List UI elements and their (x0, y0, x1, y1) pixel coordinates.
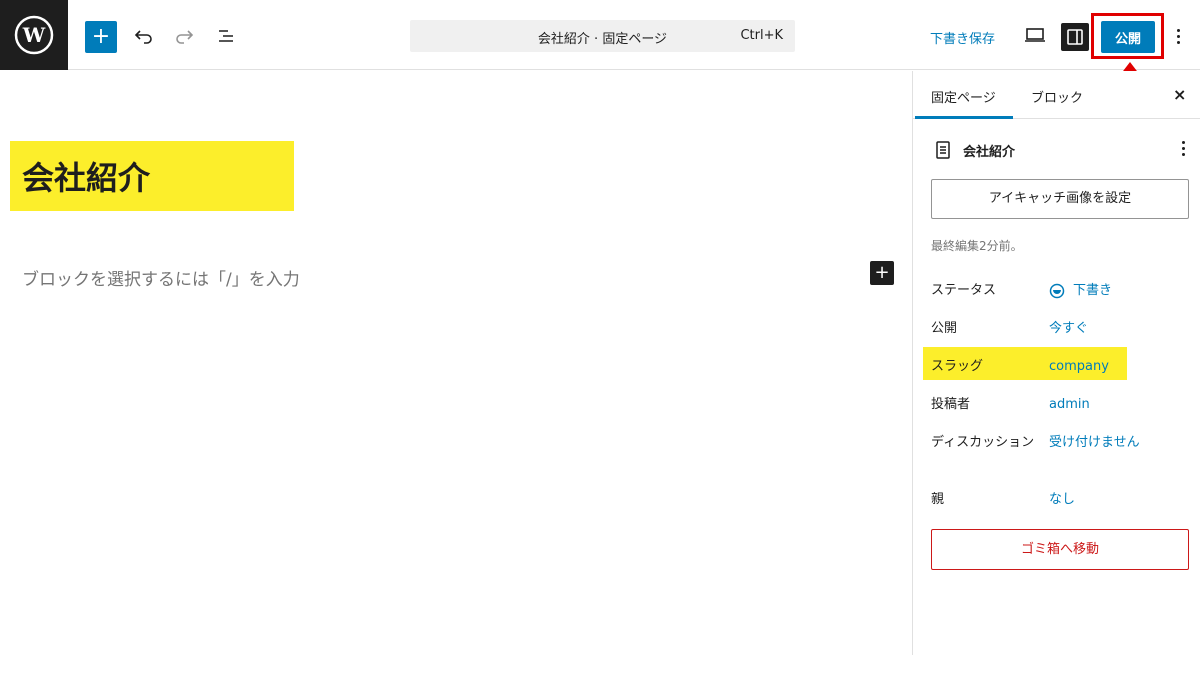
add-block-button[interactable]: + (85, 21, 117, 53)
tab-page[interactable]: 固定ページ (931, 87, 996, 106)
active-tab-indicator (915, 116, 1013, 119)
document-actions-icon[interactable] (1179, 141, 1187, 156)
last-edited-text: 最終編集2分前。 (931, 239, 1023, 253)
undo-icon[interactable] (132, 24, 156, 48)
publish-date-row: 公開 今すぐ (913, 313, 1200, 345)
publish-date-label: 公開 (931, 321, 958, 336)
tab-block[interactable]: ブロック (1031, 87, 1083, 106)
sidebar-icon (1067, 29, 1083, 45)
more-vertical-icon[interactable] (1172, 23, 1184, 49)
page-title-block[interactable]: 会社紹介 (10, 141, 294, 211)
inline-add-block-button[interactable]: + (870, 261, 894, 285)
slug-row: スラッグ company (913, 351, 1200, 383)
status-value: 下書き (1073, 283, 1113, 298)
draft-status-icon (1049, 283, 1065, 298)
discussion-value[interactable]: 受け付けません (1049, 433, 1140, 453)
close-icon[interactable]: × (1173, 85, 1186, 104)
desktop-icon[interactable] (1024, 26, 1046, 48)
discussion-row: ディスカッション 受け付けません (913, 427, 1200, 475)
wordpress-logo-button[interactable]: W (0, 0, 68, 70)
list-view-icon[interactable] (214, 24, 238, 48)
page-icon (936, 141, 950, 159)
command-shortcut: Ctrl+K (740, 28, 783, 43)
document-summary: 会社紹介 (933, 139, 1193, 163)
publish-date-value[interactable]: 今すぐ (1049, 319, 1088, 339)
author-label: 投稿者 (931, 397, 971, 412)
block-placeholder[interactable]: ブロックを選択するには「/」を入力 (22, 265, 300, 290)
page-title[interactable]: 会社紹介 (22, 153, 150, 199)
editor-header: W + 会社紹介 · 固定ページ Ctrl+K 下書き保存 公開 (0, 0, 1200, 70)
svg-text:W: W (22, 23, 46, 47)
document-title: 会社紹介 · 固定ページ (537, 32, 668, 47)
author-value[interactable]: admin (1049, 395, 1090, 415)
command-palette-bar[interactable]: 会社紹介 · 固定ページ Ctrl+K (410, 20, 795, 52)
sidebar-tabs: 固定ページ ブロック × (913, 71, 1200, 119)
status-value-button[interactable]: 下書き (1049, 281, 1112, 301)
settings-sidebar-button[interactable] (1061, 23, 1089, 51)
status-label: ステータス (931, 283, 997, 298)
slug-label: スラッグ (931, 359, 984, 374)
parent-row: 親 なし (913, 484, 1200, 516)
move-to-trash-button[interactable]: ゴミ箱へ移動 (931, 529, 1189, 570)
parent-value[interactable]: なし (1049, 490, 1075, 510)
settings-sidebar: 固定ページ ブロック × 会社紹介 アイキャッチ画像を設定 最終編集2分前。 ス… (912, 71, 1200, 655)
editor-canvas[interactable]: 会社紹介 ブロックを選択するには「/」を入力 + (0, 71, 912, 675)
wordpress-icon: W (14, 15, 54, 55)
status-row: ステータス 下書き (913, 275, 1200, 307)
discussion-label: ディスカッション (931, 435, 1035, 450)
publish-button[interactable]: 公開 (1101, 21, 1155, 53)
save-draft-button[interactable]: 下書き保存 (930, 28, 995, 47)
slug-value[interactable]: company (1049, 357, 1109, 377)
parent-label: 親 (931, 492, 945, 507)
document-name: 会社紹介 (963, 145, 1016, 160)
set-featured-image-button[interactable]: アイキャッチ画像を設定 (931, 179, 1189, 219)
redo-icon[interactable] (172, 24, 196, 48)
author-row: 投稿者 admin (913, 389, 1200, 421)
